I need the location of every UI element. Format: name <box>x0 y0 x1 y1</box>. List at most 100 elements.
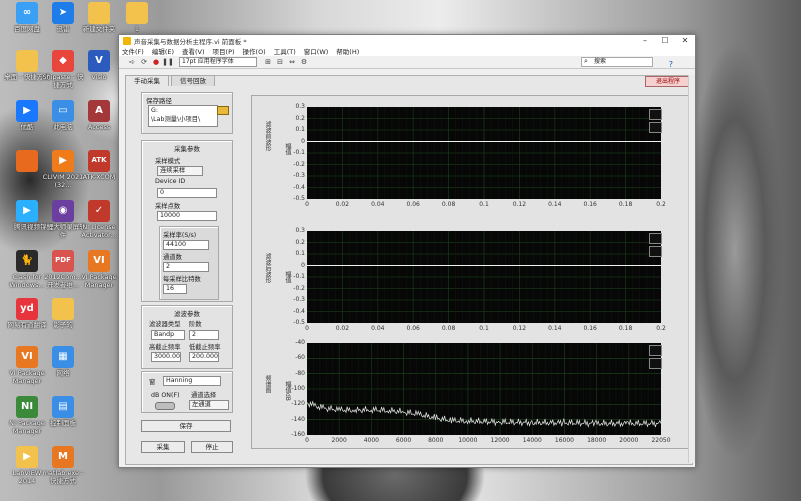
reorder-icon[interactable]: ⚙ <box>299 58 309 67</box>
x-tick-label: 0.16 <box>583 325 597 332</box>
menu-operate[interactable]: 操作(O) <box>243 46 266 56</box>
desktop-icon-label: Visio <box>91 73 107 81</box>
x-tick-label: 0.06 <box>406 325 420 332</box>
font-selector[interactable]: 17pt 应用程序字体 <box>179 57 257 67</box>
graph3-legend[interactable] <box>649 345 662 369</box>
channel-select-dropdown[interactable]: 左通道 <box>189 400 229 410</box>
x-tick-label: 12000 <box>490 437 510 444</box>
stop-button[interactable]: 停止 <box>191 441 233 453</box>
channel-select-label: 通道选择 <box>191 392 217 399</box>
low-cutoff-label: 低截止频率 <box>189 344 221 351</box>
acq-params-title: 采集参数 <box>174 145 200 153</box>
menu-tools[interactable]: 工具(T) <box>274 46 296 56</box>
app-icon: ATK <box>88 150 110 172</box>
desktop-icon[interactable]: ▤ 控制面板 <box>40 396 86 428</box>
menu-edit[interactable]: 编辑(E) <box>152 46 174 56</box>
y-tick-label: -0.4 <box>293 183 305 191</box>
desktop-icon[interactable]: ▦ 网络 <box>40 346 86 378</box>
app-icon: PDF <box>52 250 74 272</box>
low-cutoff-field[interactable]: 200.000 <box>189 352 219 362</box>
menu-window[interactable]: 窗口(W) <box>304 46 329 56</box>
filter-type-field[interactable]: Bandp <box>151 330 185 340</box>
high-cutoff-label: 高截止频率 <box>149 344 181 351</box>
close-button[interactable]: ✕ <box>675 36 695 45</box>
desktop-icon[interactable]: A Access <box>76 100 122 132</box>
graph2-legend[interactable] <box>649 233 662 257</box>
window-type-field[interactable]: Hanning <box>163 376 221 386</box>
save-path-title: 保存路径 <box>146 97 172 105</box>
vertical-scrollbar[interactable] <box>688 75 695 463</box>
align-icon[interactable]: ⊞ <box>263 58 273 67</box>
y-tick-label: 0.1 <box>295 250 305 257</box>
device-id-label: Device ID <box>155 178 186 185</box>
desktop-icon[interactable]: VI VI Package Manager <box>76 250 122 289</box>
pause-icon[interactable]: ❚❚ <box>162 58 174 67</box>
db-toggle-switch[interactable] <box>155 402 175 410</box>
menu-view[interactable]: 查看(V) <box>182 46 205 56</box>
bits-per-sample-field[interactable]: 16 <box>163 284 187 294</box>
run-continuous-icon[interactable]: ⟳ <box>139 58 149 67</box>
app-icon: ➤ <box>52 2 74 24</box>
filter-params-title: 滤波参数 <box>174 310 200 318</box>
save-button[interactable]: 保存 <box>141 420 231 432</box>
tab-manual-acquire[interactable]: 手动采集 <box>125 75 169 86</box>
desktop-icon[interactable]: Mmatlab.exe - 快捷方式 <box>40 446 86 485</box>
resize-icon[interactable]: ⇔ <box>287 58 297 67</box>
y-tick-label: -140 <box>291 415 305 423</box>
app-icon: ▶ <box>16 446 38 468</box>
save-path-field[interactable]: G: \Lab测量\小项目\ <box>148 105 218 127</box>
sample-mode-field[interactable]: 连续采样 <box>157 166 203 176</box>
menu-help[interactable]: 帮助(H) <box>336 46 359 56</box>
help-icon[interactable]: ? <box>669 60 673 69</box>
x-tick-label: 0 <box>305 325 309 332</box>
filter-order-field[interactable]: 2 <box>189 330 219 340</box>
x-tick-label: 0.02 <box>335 201 350 208</box>
sample-rate-field[interactable]: 44100 <box>163 240 209 250</box>
abort-icon[interactable]: ● <box>151 58 161 67</box>
search-input[interactable]: 搜索 <box>581 57 653 67</box>
app-icon: yd <box>16 298 38 320</box>
tab-bar: 手动采集 信号回放 <box>125 75 217 86</box>
desktop-icon-label: ATK-XCOM <box>82 173 116 181</box>
desktop-icon[interactable]: ✓ NI License Activator... <box>76 200 122 239</box>
channel-count-label: 通道数 <box>163 254 182 261</box>
distribute-icon[interactable]: ⊟ <box>275 58 285 67</box>
y-tick-label: -120 <box>291 400 305 408</box>
run-arrow-icon[interactable]: ➪ <box>127 58 137 67</box>
browse-folder-icon[interactable] <box>217 106 229 115</box>
minimize-button[interactable]: – <box>635 36 655 45</box>
graph1-legend[interactable] <box>649 109 662 133</box>
spectrum-line <box>307 400 661 428</box>
graph1-plot[interactable] <box>307 107 661 199</box>
start-acquire-button[interactable]: 采集 <box>141 441 185 453</box>
graph2-plot[interactable] <box>307 231 661 323</box>
menu-file[interactable]: 文件(F) <box>122 46 144 56</box>
high-cutoff-field[interactable]: 3000.00 <box>151 352 181 362</box>
graph3-plot[interactable] <box>307 343 661 435</box>
app-icon: VI <box>88 250 110 272</box>
channel-count-field[interactable]: 2 <box>163 262 209 272</box>
exit-program-button[interactable]: 退出程序 <box>645 76 691 87</box>
desktop-icon[interactable]: ATK ATK-XCOM <box>76 150 122 182</box>
y-tick-label: -40 <box>295 339 305 346</box>
x-tick-label: 0.04 <box>371 325 385 332</box>
tab-playback[interactable]: 信号回放 <box>171 75 215 86</box>
x-tick-label: 0 <box>305 437 309 444</box>
desktop-icon-label: 影子的 <box>53 321 73 329</box>
x-tick-label: 0.1 <box>479 201 489 208</box>
app-icon <box>126 2 148 24</box>
filter-type-label: 滤波器类型 <box>149 321 181 328</box>
maximize-button[interactable]: ☐ <box>655 36 675 45</box>
desktop-icon-label: NI License Activator... <box>81 223 117 239</box>
sample-count-field[interactable]: 10000 <box>157 211 217 221</box>
desktop-icon[interactable]: 影子的 <box>40 298 86 330</box>
desktop-icon[interactable]: 1 <box>114 2 160 34</box>
menu-project[interactable]: 项目(P) <box>213 46 235 56</box>
device-id-field[interactable]: 0 <box>157 188 217 198</box>
app-icon: ▶ <box>16 100 38 122</box>
window-title: 声音采集与数据分析主程序.vi 前面板 * <box>134 37 247 46</box>
x-tick-label: 0.18 <box>618 325 633 332</box>
app-icon: NI <box>16 396 38 418</box>
desktop-icon[interactable]: V Visio <box>76 50 122 82</box>
app-icon: ▭ <box>52 100 74 122</box>
